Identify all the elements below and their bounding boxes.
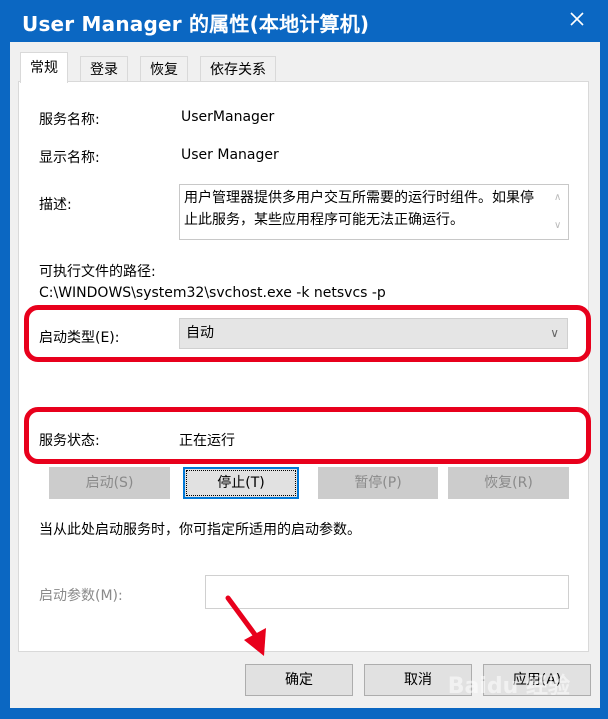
service-status-highlight (24, 407, 591, 464)
chevron-down-icon: ∨ (550, 326, 559, 340)
hint-text: 当从此处启动服务时，你可指定所适用的启动参数。 (39, 522, 361, 538)
pointer-arrow (222, 594, 282, 664)
ok-button[interactable]: 确定 (245, 664, 353, 696)
display-name-value: User Manager (181, 147, 279, 163)
start-button[interactable]: 启动(S) (49, 467, 170, 499)
watermark: Baidu 经验 (447, 674, 570, 699)
description-textbox[interactable]: 用户管理器提供多用户交互所需要的运行时组件。如果停止此服务，某些应用程序可能无法… (179, 184, 569, 240)
startup-type-value: 自动 (186, 325, 214, 341)
resume-button[interactable]: 恢复(R) (448, 467, 569, 499)
description-scrollbar[interactable]: ∧ ∨ (550, 185, 568, 239)
dialog-client: 常规 登录 恢复 依存关系 服务名称: UserManager 显示名称: Us… (10, 42, 600, 708)
startup-type-select[interactable]: 自动 ∨ (179, 318, 568, 349)
scroll-down-icon[interactable]: ∨ (554, 215, 561, 237)
start-params-label: 启动参数(M): (39, 588, 123, 604)
stop-button[interactable]: 停止(T) (183, 467, 299, 499)
title-bar: User Manager 的属性(本地计算机) (0, 0, 608, 42)
service-name-label: 服务名称: (39, 112, 100, 128)
tab-recovery[interactable]: 恢复 (140, 56, 188, 82)
exe-path-label: 可执行文件的路径: (39, 264, 156, 280)
bottom-frame (0, 708, 608, 719)
window-title: User Manager 的属性(本地计算机) (22, 12, 370, 36)
exe-path-value: C:\WINDOWS\system32\svchost.exe -k netsv… (39, 285, 386, 301)
tab-general[interactable]: 常规 (20, 52, 68, 83)
scroll-up-icon[interactable]: ∧ (554, 187, 561, 209)
service-status-label: 服务状态: (39, 433, 100, 449)
general-panel: 服务名称: UserManager 显示名称: User Manager 描述:… (18, 81, 591, 652)
pause-button[interactable]: 暂停(P) (318, 467, 438, 499)
startup-type-label: 启动类型(E): (39, 330, 120, 346)
stop-button-label: 停止(T) (186, 470, 296, 496)
service-name-value: UserManager (181, 109, 275, 125)
tab-dependencies[interactable]: 依存关系 (200, 56, 276, 82)
description-text: 用户管理器提供多用户交互所需要的运行时组件。如果停止此服务，某些应用程序可能无法… (184, 190, 534, 228)
service-status-value: 正在运行 (179, 433, 235, 449)
display-name-label: 显示名称: (39, 150, 100, 166)
tab-logon[interactable]: 登录 (80, 56, 128, 82)
description-label: 描述: (39, 197, 72, 213)
close-icon[interactable] (566, 8, 588, 30)
